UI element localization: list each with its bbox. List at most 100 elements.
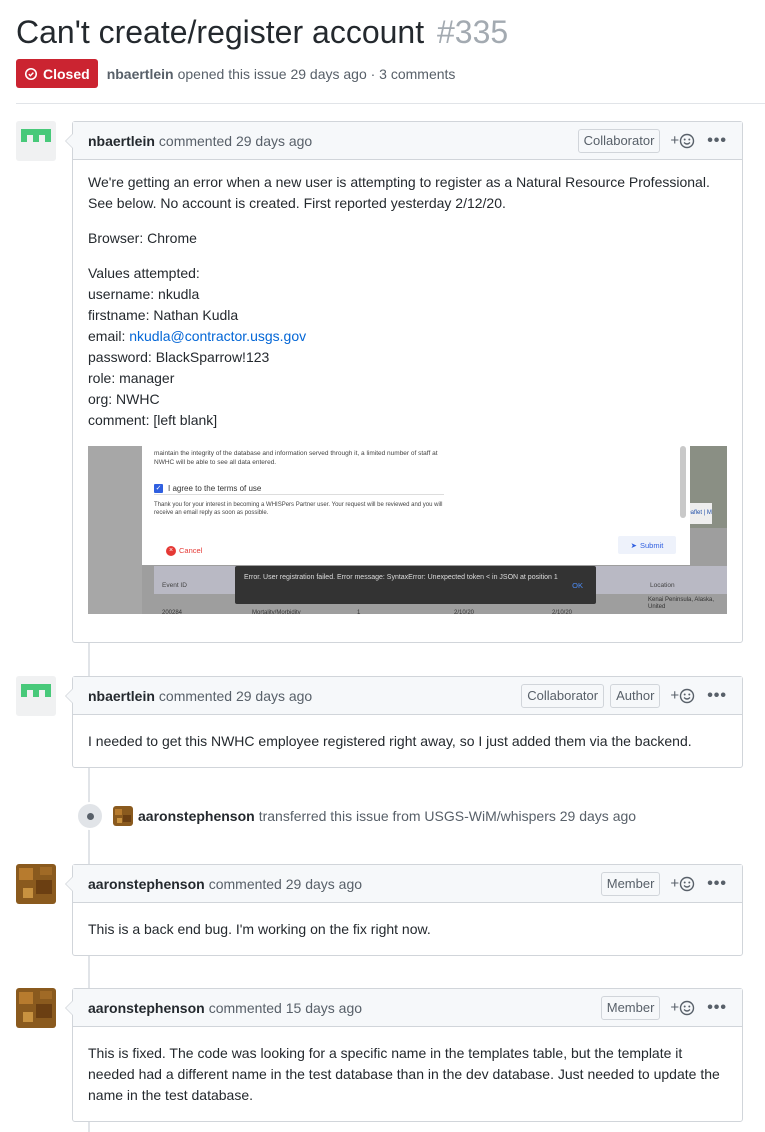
kebab-icon[interactable]: ••• [707, 999, 727, 1017]
screenshot-scrollbar [680, 446, 686, 518]
comment-card: nbaertlein commented 29 days ago Collabo… [65, 121, 743, 643]
cancel-button-image: × Cancel [166, 540, 202, 561]
toast-text: Error. User registration failed. Error m… [244, 574, 558, 581]
error-toast: Error. User registration failed. Error m… [235, 566, 596, 604]
comment-time[interactable]: commented 15 days ago [209, 1000, 362, 1016]
terms-label: I agree to the terms of use [168, 484, 262, 493]
col-location: Location [650, 582, 675, 589]
cancel-label: Cancel [179, 546, 203, 555]
comment-card: aaronstephenson commented 29 days ago Me… [65, 864, 743, 956]
role-badge: Author [610, 683, 661, 708]
status-badge-label: Closed [43, 65, 90, 82]
submit-button-image: ➤ Submit [618, 536, 676, 554]
comment-time[interactable]: commented 29 days ago [159, 133, 312, 149]
body-line: See below. No account is created. First … [88, 195, 506, 211]
email-link[interactable]: nkudla@contractor.usgs.gov [129, 328, 306, 344]
body-line: password: BlackSparrow!123 [88, 349, 270, 365]
body-line: role: manager [88, 370, 175, 386]
terms-checkbox: ✓ I agree to the terms of use [154, 478, 261, 499]
body-line: name in the test database. [88, 1087, 253, 1103]
comment-header: nbaertlein commented 29 days ago Collabo… [73, 677, 742, 715]
avatar[interactable] [16, 988, 56, 1028]
avatar-image-icon [113, 806, 133, 826]
smiley-icon [679, 133, 695, 148]
identicon-icon [16, 121, 56, 161]
event-text: transferred this issue from USGS-WiM/whi… [258, 808, 637, 824]
screenshot-background-table [88, 446, 142, 614]
body-line: username: nkudla [88, 286, 200, 302]
cell: 2/10/20 [552, 610, 573, 614]
comment-time[interactable]: commented 29 days ago [209, 876, 362, 892]
smiley-icon [679, 876, 695, 891]
avatar[interactable] [16, 121, 56, 161]
add-reaction-button[interactable]: + [670, 999, 695, 1016]
issue-meta: opened this issue 29 days ago · 3 commen… [177, 65, 456, 82]
dialog-text: maintain the integrity of the database a… [154, 450, 438, 466]
identicon-icon [16, 676, 56, 716]
body-line: comment: [left blank] [88, 412, 218, 428]
issue-title: Can't create/register account #335 [16, 14, 508, 51]
kebab-icon[interactable]: ••• [707, 132, 727, 150]
role-badge: Member [600, 995, 661, 1020]
body-line: firstname: Nathan Kudla [88, 307, 239, 323]
kebab-icon[interactable]: ••• [707, 687, 727, 705]
toast-ok: OK [572, 581, 583, 590]
divider [16, 103, 765, 104]
comment-header: nbaertlein commented 29 days ago Collabo… [73, 122, 742, 160]
avatar-image-icon [16, 988, 56, 1028]
add-reaction-button[interactable]: + [670, 132, 695, 149]
body-line: org: NWHC [88, 391, 160, 407]
dialog-divider [154, 494, 444, 495]
comment-body: We're getting an error when a new user i… [73, 160, 742, 626]
add-reaction-button[interactable]: + [670, 875, 695, 892]
comment-author[interactable]: aaronstephenson [88, 876, 205, 892]
status-badge: Closed [16, 59, 98, 88]
cell: Kenai Peninsula, Alaska, United [648, 597, 715, 610]
smiley-icon [679, 1000, 695, 1015]
add-reaction-button[interactable]: + [670, 687, 695, 704]
body-line: Browser: Chrome [88, 230, 197, 246]
cell: 200284 [162, 610, 183, 614]
embedded-screenshot[interactable]: Leaflet | M maintain the integrity of th… [88, 446, 727, 614]
avatar-image-icon [16, 864, 56, 904]
avatar[interactable] [16, 864, 56, 904]
body-line: This is a back end bug. I'm working on t… [88, 921, 431, 937]
submit-label: Submit [639, 540, 664, 550]
comment-card: nbaertlein commented 29 days ago Collabo… [65, 676, 743, 768]
comment-body: This is fixed. The code was looking for … [73, 1027, 742, 1118]
comment-header: aaronstephenson commented 15 days ago Me… [73, 989, 742, 1027]
role-badge: Collaborator [577, 128, 661, 153]
cell: Mortality/Morbidity [252, 610, 301, 614]
role-badge: Member [600, 871, 661, 896]
comment-card: aaronstephenson commented 15 days ago Me… [65, 988, 743, 1122]
cell: 2/10/20 [454, 610, 475, 614]
issue-number: #335 [436, 14, 509, 50]
body-line: I needed to get this NWHC employee regis… [88, 733, 692, 749]
avatar[interactable] [16, 676, 56, 716]
comment-author[interactable]: nbaertlein [88, 133, 155, 149]
comment-body: This is a back end bug. I'm working on t… [73, 903, 742, 952]
issue-author-link[interactable]: nbaertlein [107, 66, 174, 82]
thanks-text: Thank you for your interest in becoming … [154, 502, 443, 516]
comment-body: I needed to get this NWHC employee regis… [73, 715, 742, 764]
body-line: We're getting an error when a new user i… [88, 174, 710, 190]
kebab-icon[interactable]: ••• [707, 875, 727, 893]
screenshot-dialog: maintain the integrity of the database a… [142, 446, 690, 565]
comment-author[interactable]: nbaertlein [88, 688, 155, 704]
avatar[interactable] [113, 806, 133, 826]
send-icon: ➤ [630, 540, 637, 550]
checkbox-checked-icon: ✓ [154, 484, 163, 493]
issue-closed-icon [24, 67, 38, 80]
col-event-id: Event ID [162, 582, 187, 589]
event-actor[interactable]: aaronstephenson [138, 808, 255, 824]
comment-author[interactable]: aaronstephenson [88, 1000, 205, 1016]
cancel-icon: × [166, 545, 176, 556]
cell: 1 [357, 610, 361, 614]
transfer-event: aaronstephenson transferred this issue f… [76, 800, 636, 832]
body-line: email: [88, 328, 130, 344]
body-line: This is fixed. The code was looking for … [88, 1045, 683, 1061]
body-line: Values attempted: [88, 265, 200, 281]
comment-time[interactable]: commented 29 days ago [159, 688, 312, 704]
smiley-icon [679, 688, 695, 703]
issue-status-row: Closed nbaertlein opened this issue 29 d… [16, 59, 455, 88]
